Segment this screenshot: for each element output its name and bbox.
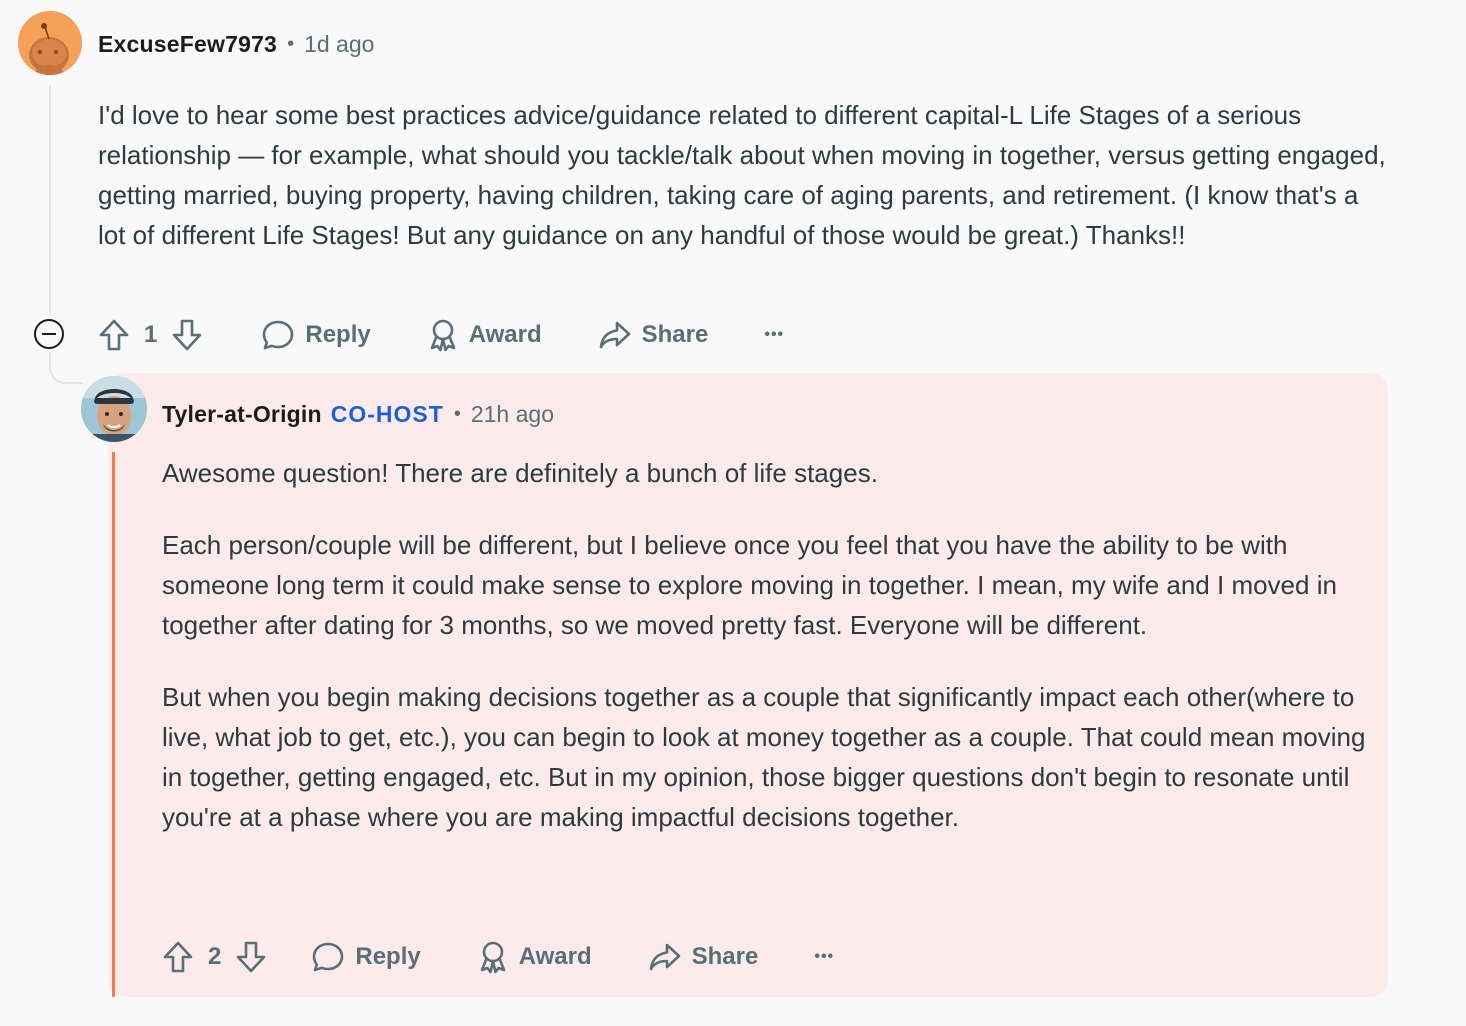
share-arrow-icon: [598, 320, 632, 350]
upvote-arrow-icon[interactable]: [98, 318, 130, 352]
downvote-arrow-icon[interactable]: [235, 940, 267, 974]
vote-count: 1: [144, 321, 158, 348]
award-button[interactable]: Award: [427, 318, 542, 352]
comment-action-bar: 1 Reply Award Share •••: [98, 313, 784, 357]
cohost-flair: CO-HOST: [330, 400, 444, 427]
share-button[interactable]: Share: [648, 942, 759, 972]
award-label: Award: [518, 943, 592, 970]
award-button[interactable]: Award: [477, 940, 592, 974]
collapse-minus-icon[interactable]: [34, 319, 64, 349]
comment-text: I'd love to hear some best practices adv…: [98, 100, 1386, 250]
share-label: Share: [691, 943, 759, 970]
share-arrow-icon: [648, 942, 682, 972]
reply-action-bar: 2 Reply Award Share •••: [162, 935, 834, 979]
award-label: Award: [468, 321, 542, 348]
comment-thread: ExcuseFew7973 • 1d ago I'd love to hear …: [0, 0, 1466, 1026]
comment-author[interactable]: ExcuseFew7973: [98, 31, 277, 58]
user-photo-avatar-icon: [81, 376, 147, 442]
reply-paragraph: But when you begin making decisions toge…: [162, 682, 1366, 832]
reply-label: Reply: [305, 321, 371, 348]
meta-separator: •: [287, 32, 295, 55]
reply-meta: Tyler-at-Origin CO-HOST • 21h ago: [162, 398, 554, 430]
reply-author[interactable]: Tyler-at-Origin: [162, 401, 322, 428]
reply-button[interactable]: Reply: [261, 319, 371, 351]
award-ribbon-icon: [477, 940, 509, 974]
share-button[interactable]: Share: [598, 320, 709, 350]
thread-line[interactable]: [49, 86, 51, 314]
award-ribbon-icon: [427, 318, 459, 352]
reply-timestamp[interactable]: 21h ago: [471, 401, 554, 428]
downvote-arrow-icon[interactable]: [171, 318, 203, 352]
share-label: Share: [641, 321, 709, 348]
reply-author-avatar[interactable]: [81, 376, 147, 442]
reply-button[interactable]: Reply: [311, 941, 421, 973]
reply-accent-bar: [112, 452, 115, 997]
speech-bubble-icon: [311, 941, 345, 973]
speech-bubble-icon: [261, 319, 295, 351]
more-options-button[interactable]: •••: [814, 948, 834, 966]
comment-body: I'd love to hear some best practices adv…: [98, 95, 1388, 255]
comment-meta: ExcuseFew7973 • 1d ago: [98, 28, 374, 60]
meta-separator: •: [453, 402, 461, 425]
reply-paragraph: Each person/couple will be different, bu…: [162, 530, 1337, 640]
comment-timestamp[interactable]: 1d ago: [304, 31, 374, 58]
reply-body: Awesome question! There are definitely a…: [162, 453, 1372, 837]
upvote-arrow-icon[interactable]: [162, 940, 194, 974]
more-options-button[interactable]: •••: [764, 326, 784, 344]
reply-paragraph: Awesome question! There are definitely a…: [162, 458, 878, 488]
reddit-snoo-avatar-icon: [18, 11, 82, 75]
thread-branch-line: [49, 352, 83, 384]
vote-count: 2: [208, 943, 222, 970]
reply-label: Reply: [355, 943, 421, 970]
commenter-avatar[interactable]: [18, 11, 82, 75]
